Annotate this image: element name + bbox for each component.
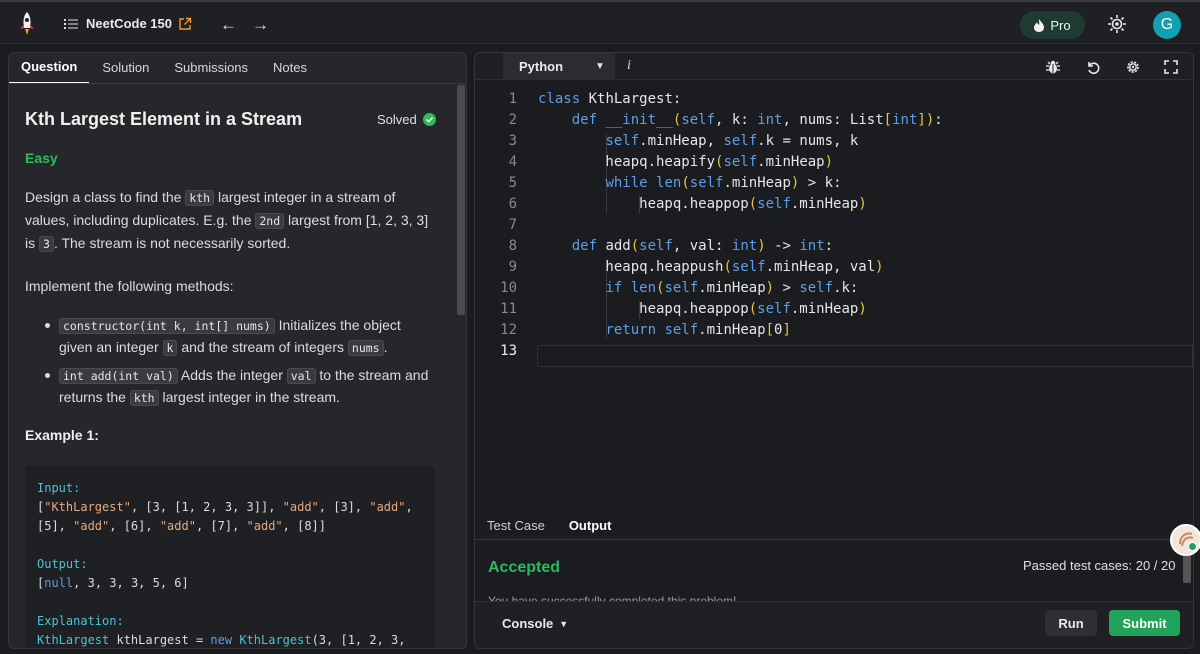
chevron-down-icon: ▼ <box>559 618 569 629</box>
explanation-line: KthLargest kthLargest = new KthLargest(3… <box>37 633 406 647</box>
problem-list-button[interactable]: NeetCode 150 <box>64 16 172 31</box>
code-line: def add(self, val: int) -> int: <box>571 238 834 254</box>
run-button[interactable]: Run <box>1045 610 1097 636</box>
flame-icon <box>1034 18 1045 32</box>
list-icon <box>64 18 78 29</box>
line-number: 5 <box>508 175 517 191</box>
tab-solution[interactable]: Solution <box>90 60 161 83</box>
arrow-right-icon[interactable]: → <box>252 15 269 35</box>
arrow-left-icon[interactable]: ← <box>220 15 237 35</box>
result-message: You have successfully completed this pro… <box>488 594 737 601</box>
code-line: self.minHeap, self.k = nums, k <box>605 133 859 149</box>
check-circle-icon <box>422 113 436 126</box>
gear-icon[interactable] <box>1125 59 1141 75</box>
pro-button[interactable]: Pro <box>1020 11 1085 39</box>
line-number: 8 <box>508 238 517 254</box>
console-label: Console <box>502 616 554 631</box>
tab-output[interactable]: Output <box>557 518 624 539</box>
tab-notes[interactable]: Notes <box>261 60 319 83</box>
line-number: 9 <box>508 259 517 275</box>
code-line: heapq.heappop(self.minHeap) <box>538 196 867 212</box>
input-line-2: [5], "add", [6], "add", [7], "add", [8]] <box>37 519 327 533</box>
line-number-current: 13 <box>500 343 517 359</box>
inline-code: kth <box>185 190 215 206</box>
bug-icon[interactable] <box>1107 14 1127 34</box>
passed-count: Passed test cases: 20 / 20 <box>1023 558 1176 573</box>
question-tabs: Question Solution Submissions Notes <box>9 53 466 84</box>
output-label: Output: <box>37 557 88 571</box>
result-status: Accepted <box>488 559 561 576</box>
divider <box>475 539 1193 540</box>
console-toggle[interactable]: Console ▼ <box>502 616 568 631</box>
line-number: 3 <box>508 133 517 149</box>
example-block: Input: ["KthLargest", [3, [1, 2, 3, 3]],… <box>25 465 435 648</box>
avatar[interactable]: G <box>1153 11 1181 39</box>
methods-list: constructor(int k, int[] nums) Initializ… <box>33 315 433 415</box>
line-number: 2 <box>508 112 517 128</box>
code-editor[interactable]: 1 2 3 4 5 6 7 8 9 10 11 12 13 class KthL… <box>475 83 1193 503</box>
result-tabs: Test Case Output <box>475 509 1193 539</box>
line-number: 12 <box>500 322 517 338</box>
solved-label: Solved <box>377 112 417 127</box>
code-line: return self.minHeap[0] <box>605 322 791 338</box>
code-line: def __init__(self, k: int, nums: List[in… <box>571 112 943 128</box>
online-status-dot <box>1188 542 1197 551</box>
editor-toolbar: Python ▼ i <box>475 53 1193 80</box>
editor-panel: Python ▼ i 1 2 3 4 5 6 7 8 9 10 11 12 13… <box>474 52 1194 649</box>
current-line-highlight <box>537 345 1193 367</box>
rocket-logo-icon[interactable] <box>16 11 38 37</box>
explanation-label: Explanation: <box>37 614 124 628</box>
tab-question[interactable]: Question <box>9 59 90 83</box>
list-item: constructor(int k, int[] nums) Initializ… <box>33 315 433 359</box>
list-item: int add(int val) Adds the integer val to… <box>33 365 433 409</box>
tab-submissions[interactable]: Submissions <box>162 60 260 83</box>
editor-footer: Console ▼ Run Submit <box>475 601 1193 648</box>
problem-description: Design a class to find the kth largest i… <box>25 186 435 297</box>
input-line-1: ["KthLargest", [3, [1, 2, 3, 3]], "add",… <box>37 500 413 514</box>
example-title: Example 1: <box>25 427 99 443</box>
line-number: 7 <box>508 217 517 233</box>
tab-test-case[interactable]: Test Case <box>475 518 557 539</box>
floating-widget-icon[interactable] <box>1170 524 1200 556</box>
inline-code: 3 <box>39 236 54 252</box>
code-line: class KthLargest: <box>538 91 682 107</box>
undo-icon[interactable] <box>1085 59 1101 75</box>
top-bar: NeetCode 150 ← → Pro G <box>0 0 1200 44</box>
fullscreen-icon[interactable] <box>1163 59 1179 75</box>
line-number: 10 <box>500 280 517 296</box>
submit-button[interactable]: Submit <box>1109 610 1180 636</box>
difficulty-badge: Easy <box>25 150 58 166</box>
problem-list-title: NeetCode 150 <box>86 16 172 31</box>
inline-code: 2nd <box>255 213 285 229</box>
code-line: heapq.heappop(self.minHeap) <box>538 301 867 317</box>
code-line: while len(self.minHeap) > k: <box>605 175 842 191</box>
external-link-icon[interactable] <box>178 17 192 31</box>
scrollbar[interactable] <box>457 85 465 315</box>
methods-intro: Implement the following methods: <box>25 278 234 294</box>
line-number: 11 <box>500 301 517 317</box>
chevron-down-icon[interactable]: ▼ <box>595 61 605 72</box>
description-paragraph: Design a class to find the kth largest i… <box>25 189 429 252</box>
pro-label: Pro <box>1050 17 1071 33</box>
language-label: Python <box>519 59 564 74</box>
question-panel: Question Solution Submissions Notes Kth … <box>8 52 467 649</box>
code-line: heapq.heapify(self.minHeap) <box>538 154 834 170</box>
bug-icon[interactable] <box>1045 59 1061 75</box>
line-number: 1 <box>508 91 517 107</box>
line-number: 6 <box>508 196 517 212</box>
solved-status: Solved <box>377 112 436 127</box>
code-line: if len(self.minHeap) > self.k: <box>605 280 859 296</box>
info-icon[interactable]: i <box>627 58 631 74</box>
input-label: Input: <box>37 481 81 495</box>
output-line: [null, 3, 3, 3, 5, 6] <box>37 576 189 590</box>
problem-title: Kth Largest Element in a Stream <box>25 109 303 129</box>
code-line: heapq.heappush(self.minHeap, val) <box>538 259 884 275</box>
line-number: 4 <box>508 154 517 170</box>
